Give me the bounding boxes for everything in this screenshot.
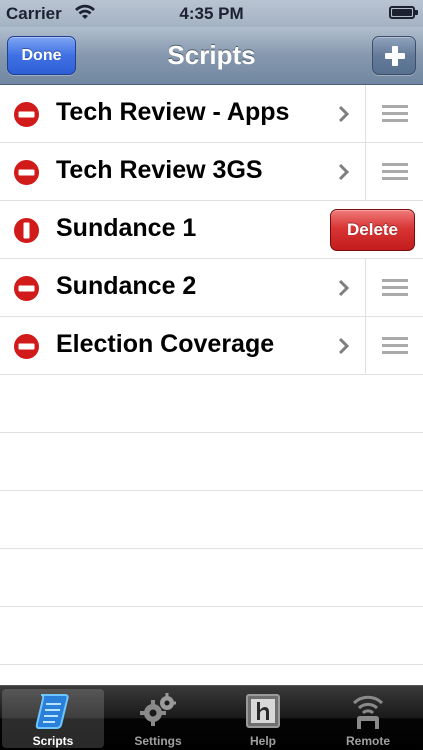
- script-row[interactable]: Tech Review - Apps: [0, 85, 423, 143]
- tab-scripts[interactable]: Scripts: [2, 689, 104, 748]
- tab-settings[interactable]: Settings: [107, 689, 209, 748]
- script-title: Tech Review - Apps: [56, 98, 290, 126]
- delete-minus-icon[interactable]: [12, 158, 41, 187]
- chevron-right-icon: [338, 337, 350, 355]
- plus-icon: [385, 46, 405, 66]
- empty-row: [0, 375, 423, 433]
- script-title: Sundance 2: [56, 272, 197, 300]
- reorder-grip-icon: [382, 163, 408, 180]
- delete-minus-icon[interactable]: [12, 100, 41, 129]
- delete-rotated-icon[interactable]: [12, 216, 41, 245]
- status-bar: Carrier 4:35 PM: [0, 0, 423, 27]
- reorder-handle[interactable]: [365, 85, 423, 142]
- chevron-right-icon: [338, 163, 350, 181]
- chevron-right-icon: [338, 279, 350, 297]
- script-row[interactable]: Sundance 2: [0, 259, 423, 317]
- delete-minus-icon[interactable]: [12, 274, 41, 303]
- navigation-bar: Done Scripts: [0, 27, 423, 85]
- chevron-right-icon: [338, 105, 350, 123]
- script-row[interactable]: Tech Review 3GS: [0, 143, 423, 201]
- tab-label: Settings: [134, 734, 182, 748]
- tab-label: Scripts: [32, 734, 74, 748]
- script-row[interactable]: Election Coverage: [0, 317, 423, 375]
- delete-minus-icon[interactable]: [12, 332, 41, 361]
- script-title: Sundance 1: [56, 214, 197, 242]
- reorder-handle[interactable]: [365, 317, 423, 374]
- empty-row: [0, 433, 423, 491]
- clock: 4:35 PM: [179, 4, 244, 23]
- add-script-button[interactable]: [372, 36, 416, 75]
- script-row[interactable]: Sundance 1 Delete: [0, 201, 423, 259]
- reorder-grip-icon: [382, 337, 408, 354]
- remote-icon: [352, 695, 384, 729]
- tab-remote[interactable]: Remote: [317, 689, 419, 748]
- help-h-icon: [246, 694, 280, 728]
- tab-label: Remote: [345, 734, 390, 748]
- scripts-table: Tech Review - Apps Tech Review 3GS Sunda…: [0, 85, 423, 685]
- script-title: Election Coverage: [56, 330, 275, 358]
- empty-row: [0, 491, 423, 549]
- delete-button[interactable]: Delete: [330, 209, 415, 251]
- reorder-handle[interactable]: [365, 143, 423, 200]
- gears-icon: [140, 693, 176, 726]
- empty-row: [0, 549, 423, 607]
- tab-label: Help: [249, 734, 276, 748]
- tab-help[interactable]: Help: [212, 689, 314, 748]
- page-title: Scripts: [167, 40, 256, 70]
- battery-icon: [389, 6, 418, 19]
- tab-bar: Scripts Settings Help Remote: [0, 685, 423, 750]
- reorder-grip-icon: [382, 279, 408, 296]
- empty-row: [0, 607, 423, 665]
- reorder-grip-icon: [382, 105, 408, 122]
- script-title: Tech Review 3GS: [56, 156, 263, 184]
- reorder-handle[interactable]: [365, 259, 423, 316]
- scroll-icon: [35, 694, 69, 729]
